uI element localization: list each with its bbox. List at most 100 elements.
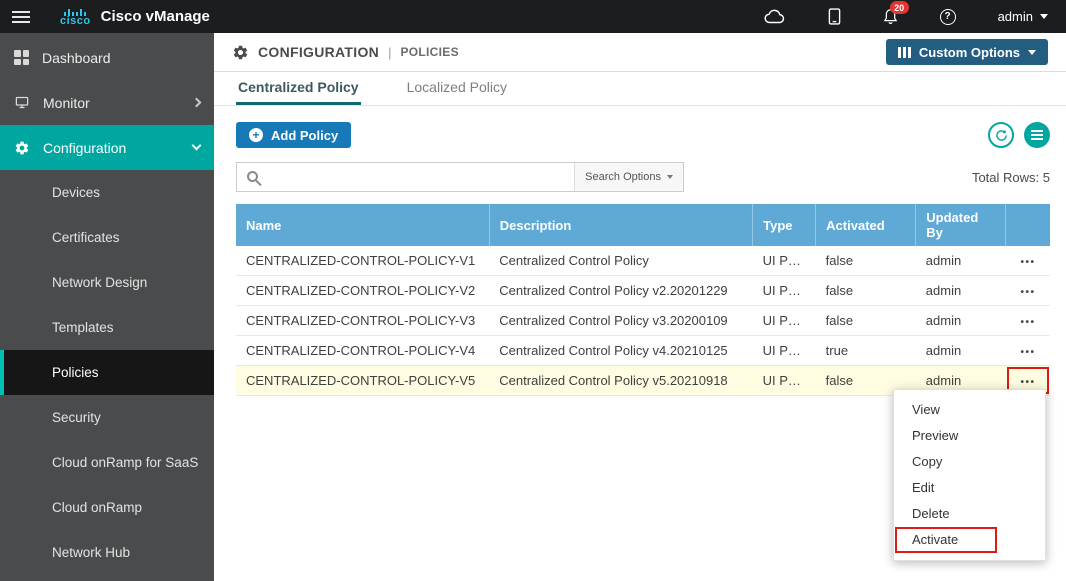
sidebar-subitem-label: Policies <box>52 365 99 380</box>
cell-description: Centralized Control Policy v2.20201229 <box>489 275 753 306</box>
cell-description: Centralized Control Policy v3.20200109 <box>489 305 753 336</box>
column-header-updated-by[interactable]: Updated By <box>915 204 1007 246</box>
policies-table: Name Description Type Activated Updated … <box>236 204 1050 396</box>
page-title: CONFIGURATION <box>258 44 380 60</box>
menu-item-label: Activate <box>912 532 959 547</box>
total-rows-count: Total Rows: 5 <box>971 169 1050 185</box>
tasks-tablet-icon[interactable] <box>828 8 841 25</box>
cell-name: CENTRALIZED-CONTROL-POLICY-V5 <box>236 365 490 396</box>
refresh-button[interactable] <box>988 122 1014 148</box>
sidebar-subitem-cloud-onramp-saas[interactable]: Cloud onRamp for SaaS <box>0 440 214 485</box>
topbar: cisco Cisco vManage 20 admin <box>0 0 1066 33</box>
plus-icon <box>249 128 263 142</box>
sidebar-subitem-policies[interactable]: Policies <box>0 350 214 395</box>
chevron-down-icon <box>1028 49 1036 55</box>
search-input[interactable] <box>264 163 575 191</box>
sidebar-subitem-security[interactable]: Security <box>0 395 214 440</box>
cisco-logo-text: cisco <box>60 14 91 27</box>
menu-toggle-icon[interactable] <box>12 10 30 23</box>
sidebar-subitem-label: Devices <box>52 185 101 200</box>
row-actions-button[interactable] <box>1020 377 1035 388</box>
gear-icon <box>232 44 249 61</box>
sidebar-item-dashboard[interactable]: Dashboard <box>0 35 214 80</box>
sidebar-subitem-label: Network Hub <box>52 545 131 560</box>
table-row: CENTRALIZED-CONTROL-POLICY-V1 Centralize… <box>236 246 1050 276</box>
sidebar-subitem-label: Templates <box>52 320 114 335</box>
cell-type: UI Poli... <box>752 335 816 366</box>
add-policy-label: Add Policy <box>271 127 339 143</box>
menu-item-preview[interactable]: Preview <box>894 423 1045 449</box>
tab-localized-policy[interactable]: Localized Policy <box>405 72 509 105</box>
cell-type: UI Poli... <box>752 275 816 306</box>
cell-name: CENTRALIZED-CONTROL-POLICY-V4 <box>236 335 490 366</box>
search-row: Search Options Total Rows: 5 <box>236 162 1050 192</box>
custom-options-button[interactable]: Custom Options <box>885 39 1048 65</box>
cell-description: Centralized Control Policy v5.20210918 <box>489 365 753 396</box>
table-row: CENTRALIZED-CONTROL-POLICY-V2 Centralize… <box>236 275 1050 306</box>
notifications-bell-icon[interactable]: 20 <box>883 1 909 25</box>
tab-centralized-policy[interactable]: Centralized Policy <box>236 72 361 105</box>
page-subtitle: POLICIES <box>400 45 459 59</box>
cloud-icon[interactable] <box>764 9 786 24</box>
cell-activated: false <box>815 246 916 276</box>
topbar-left: cisco Cisco vManage <box>0 8 210 26</box>
row-actions-context-menu: View Preview Copy Edit Delete Activate <box>893 389 1046 561</box>
dashboard-grid-icon <box>14 50 29 65</box>
add-policy-button[interactable]: Add Policy <box>236 122 352 148</box>
sidebar-subitem-cloud-onramp[interactable]: Cloud onRamp <box>0 485 214 530</box>
cell-updated-by: admin <box>915 305 1006 336</box>
toolbar: Add Policy <box>236 122 1050 148</box>
cell-activated: true <box>815 335 916 366</box>
cell-updated-by: admin <box>915 275 1006 306</box>
row-actions-button[interactable] <box>1020 317 1035 328</box>
search-box: Search Options <box>236 162 684 192</box>
tab-label: Localized Policy <box>406 79 507 95</box>
cell-name: CENTRALIZED-CONTROL-POLICY-V2 <box>236 275 490 306</box>
table-row: CENTRALIZED-CONTROL-POLICY-V4 Centralize… <box>236 335 1050 366</box>
user-menu[interactable]: admin <box>998 9 1048 24</box>
custom-options-label: Custom Options <box>918 44 1020 60</box>
sidebar-item-monitor[interactable]: Monitor <box>0 80 214 125</box>
sidebar-subitem-network-design[interactable]: Network Design <box>0 260 214 305</box>
chevron-down-icon <box>191 140 202 151</box>
table-row: CENTRALIZED-CONTROL-POLICY-V3 Centralize… <box>236 305 1050 336</box>
topbar-right: 20 admin <box>764 1 1066 25</box>
column-header-description[interactable]: Description <box>489 204 754 246</box>
sidebar-subitem-devices[interactable]: Devices <box>0 170 214 215</box>
sidebar-item-label: Dashboard <box>42 49 111 66</box>
cell-name: CENTRALIZED-CONTROL-POLICY-V1 <box>236 246 490 276</box>
page-header: CONFIGURATION | POLICIES Custom Options <box>214 33 1066 72</box>
row-actions-button[interactable] <box>1020 347 1035 358</box>
sidebar-subitem-certificates[interactable]: Certificates <box>0 215 214 260</box>
menu-item-label: Delete <box>912 506 950 521</box>
sidebar-item-label: Configuration <box>43 139 127 156</box>
menu-item-copy[interactable]: Copy <box>894 449 1045 475</box>
table-options-button[interactable] <box>1024 122 1050 148</box>
help-icon[interactable] <box>939 8 956 25</box>
row-actions-button[interactable] <box>1020 287 1035 298</box>
chevron-down-icon <box>1040 14 1048 19</box>
sidebar-subitem-label: Cloud onRamp <box>52 500 143 515</box>
column-header-activated[interactable]: Activated <box>815 204 917 246</box>
sidebar-subitem-templates[interactable]: Templates <box>0 305 214 350</box>
monitor-icon <box>14 95 30 110</box>
cell-type: UI Poli... <box>752 305 816 336</box>
menu-item-activate[interactable]: Activate <box>894 527 1045 553</box>
cell-name: CENTRALIZED-CONTROL-POLICY-V3 <box>236 305 490 336</box>
search-options-dropdown[interactable]: Search Options <box>574 163 683 191</box>
menu-item-edit[interactable]: Edit <box>894 475 1045 501</box>
search-options-label: Search Options <box>585 171 661 183</box>
row-actions-button[interactable] <box>1020 257 1035 268</box>
sidebar-item-configuration[interactable]: Configuration <box>0 125 214 170</box>
menu-item-view[interactable]: View <box>894 397 1045 423</box>
menu-item-delete[interactable]: Delete <box>894 501 1045 527</box>
sidebar-subitem-network-hub[interactable]: Network Hub <box>0 530 214 575</box>
column-header-name[interactable]: Name <box>236 204 490 246</box>
sidebar-item-label: Monitor <box>43 94 90 111</box>
cell-type: UI Poli... <box>752 246 816 276</box>
columns-icon <box>897 46 911 58</box>
column-header-type[interactable]: Type <box>752 204 817 246</box>
menu-item-label: Copy <box>912 454 943 469</box>
menu-item-label: Preview <box>912 428 959 443</box>
notification-count-badge: 20 <box>889 1 909 14</box>
